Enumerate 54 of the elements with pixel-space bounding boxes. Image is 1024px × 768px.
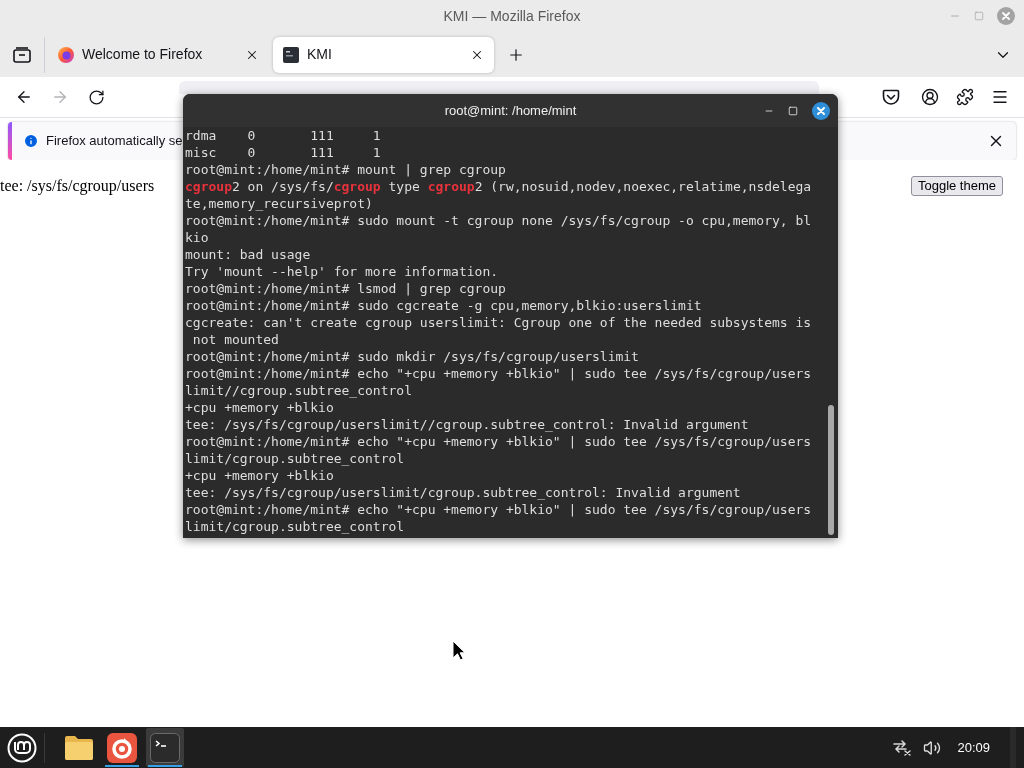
terminal-title: root@mint: /home/mint: [444, 101, 577, 120]
terminal-line: limit/cgroup.subtree_control: [185, 518, 406, 535]
terminal-line: tee: /sys/fs/cgroup/userslimit/cgroup.subtree_control: Invalid argument: [185, 484, 742, 501]
terminal-app-icon: [150, 732, 180, 763]
notification-text: Firefox automatically se: [46, 132, 183, 151]
browser-logo-icon: [58, 46, 74, 63]
page-favicon-icon: [283, 46, 299, 63]
network-disconnected-icon[interactable]: [893, 739, 912, 756]
terminal-line: limit//cgroup.subtree_control: [185, 382, 413, 399]
terminal-line: root@mint:/home/mint# mount | grep cgroup: [185, 161, 507, 178]
terminal-line: kio: [185, 229, 210, 246]
close-window-icon[interactable]: [812, 101, 830, 120]
clock[interactable]: 20:09: [957, 737, 990, 758]
terminal-line: te,memory_recursiveprot): [185, 195, 374, 212]
start-menu-logo-icon[interactable]: [7, 732, 37, 763]
terminal-line: not mounted: [191, 331, 280, 348]
folder-icon: [64, 734, 94, 761]
terminal-line: cgroup2 on /sys/fs/cgroup type cgroup2 (rw,nosuid,nodev,noexec,relatime,nsdelega: [185, 178, 813, 195]
tab-list-icon[interactable]: [13, 46, 31, 63]
browser-app-icon: [107, 732, 137, 763]
toggle-theme-button[interactable]: Toggle theme: [910, 176, 1003, 196]
terminal-line: rdma 0 111 1: [185, 127, 382, 144]
url-field[interactable]: [179, 81, 819, 94]
terminal-line: cgcreate: can't create cgroup userslimit: Cgroup one of the needed subsystems is: [185, 314, 813, 331]
info-icon: [23, 133, 39, 149]
browser-tab[interactable]: KMI: [273, 36, 494, 73]
extensions-icon[interactable]: [956, 88, 974, 106]
terminal-line: +cpu +memory +blkio: [185, 467, 335, 484]
terminal-line: +cpu +memory +blkio: [185, 399, 335, 416]
back-icon[interactable]: [15, 88, 33, 106]
tab-title: Welcome to Firefox: [82, 45, 204, 64]
terminal-line: limit/cgroup.subtree_control: [185, 450, 406, 467]
terminal-line: tee: /sys/fs/cgroup/userslimit//cgroup.subtree_control: Invalid argument: [185, 416, 750, 433]
window-title: KMI — Mozilla Firefox: [443, 6, 581, 26]
scrollbar-thumb[interactable]: [828, 405, 834, 535]
terminal-line: root@mint:/home/mint# echo "+cpu +memory +blkio" | sudo tee /sys/fs/cgroup/users: [185, 365, 813, 382]
terminal-line: root@mint:/home/mint# lsmod | grep cgroup: [185, 280, 507, 297]
terminal-line: misc 0 111 1: [185, 144, 382, 161]
mouse-pointer-icon: [452, 640, 466, 661]
terminal-line: mount: bad usage: [185, 246, 312, 263]
account-icon[interactable]: [921, 88, 939, 106]
terminal-line: root@mint:/home/mint# echo "+cpu +memory +blkio" | sudo tee /sys/fs/cgroup/users: [185, 433, 813, 450]
terminal-line: Try 'mount --help' for more information.: [185, 263, 500, 280]
terminal-line: root@mint:/home/mint# sudo mount -t cgroup none /sys/fs/cgroup -o cpu,memory, bl: [185, 212, 813, 229]
reload-icon[interactable]: [87, 88, 105, 106]
tab-title: KMI: [307, 45, 333, 64]
terminal-line: root@mint:/home/mint# sudo mkdir /sys/fs/cgroup/userslimit: [185, 348, 640, 365]
browser-tab[interactable]: Welcome to Firefox: [48, 36, 269, 73]
volume-icon[interactable]: [923, 738, 942, 757]
terminal-line: root@mint:/home/mint# sudo cgcreate -g cpu,memory,blkio:userslimit: [185, 297, 703, 314]
pocket-icon[interactable]: [882, 88, 900, 106]
menu-icon[interactable]: [991, 88, 1009, 106]
terminal-line: root@mint:/home/mint# echo "+cpu +memory +blkio" | sudo tee /sys/fs/cgroup/users: [185, 501, 813, 518]
page-text: tee: /sys/fs/cgroup/users: [0, 176, 155, 196]
